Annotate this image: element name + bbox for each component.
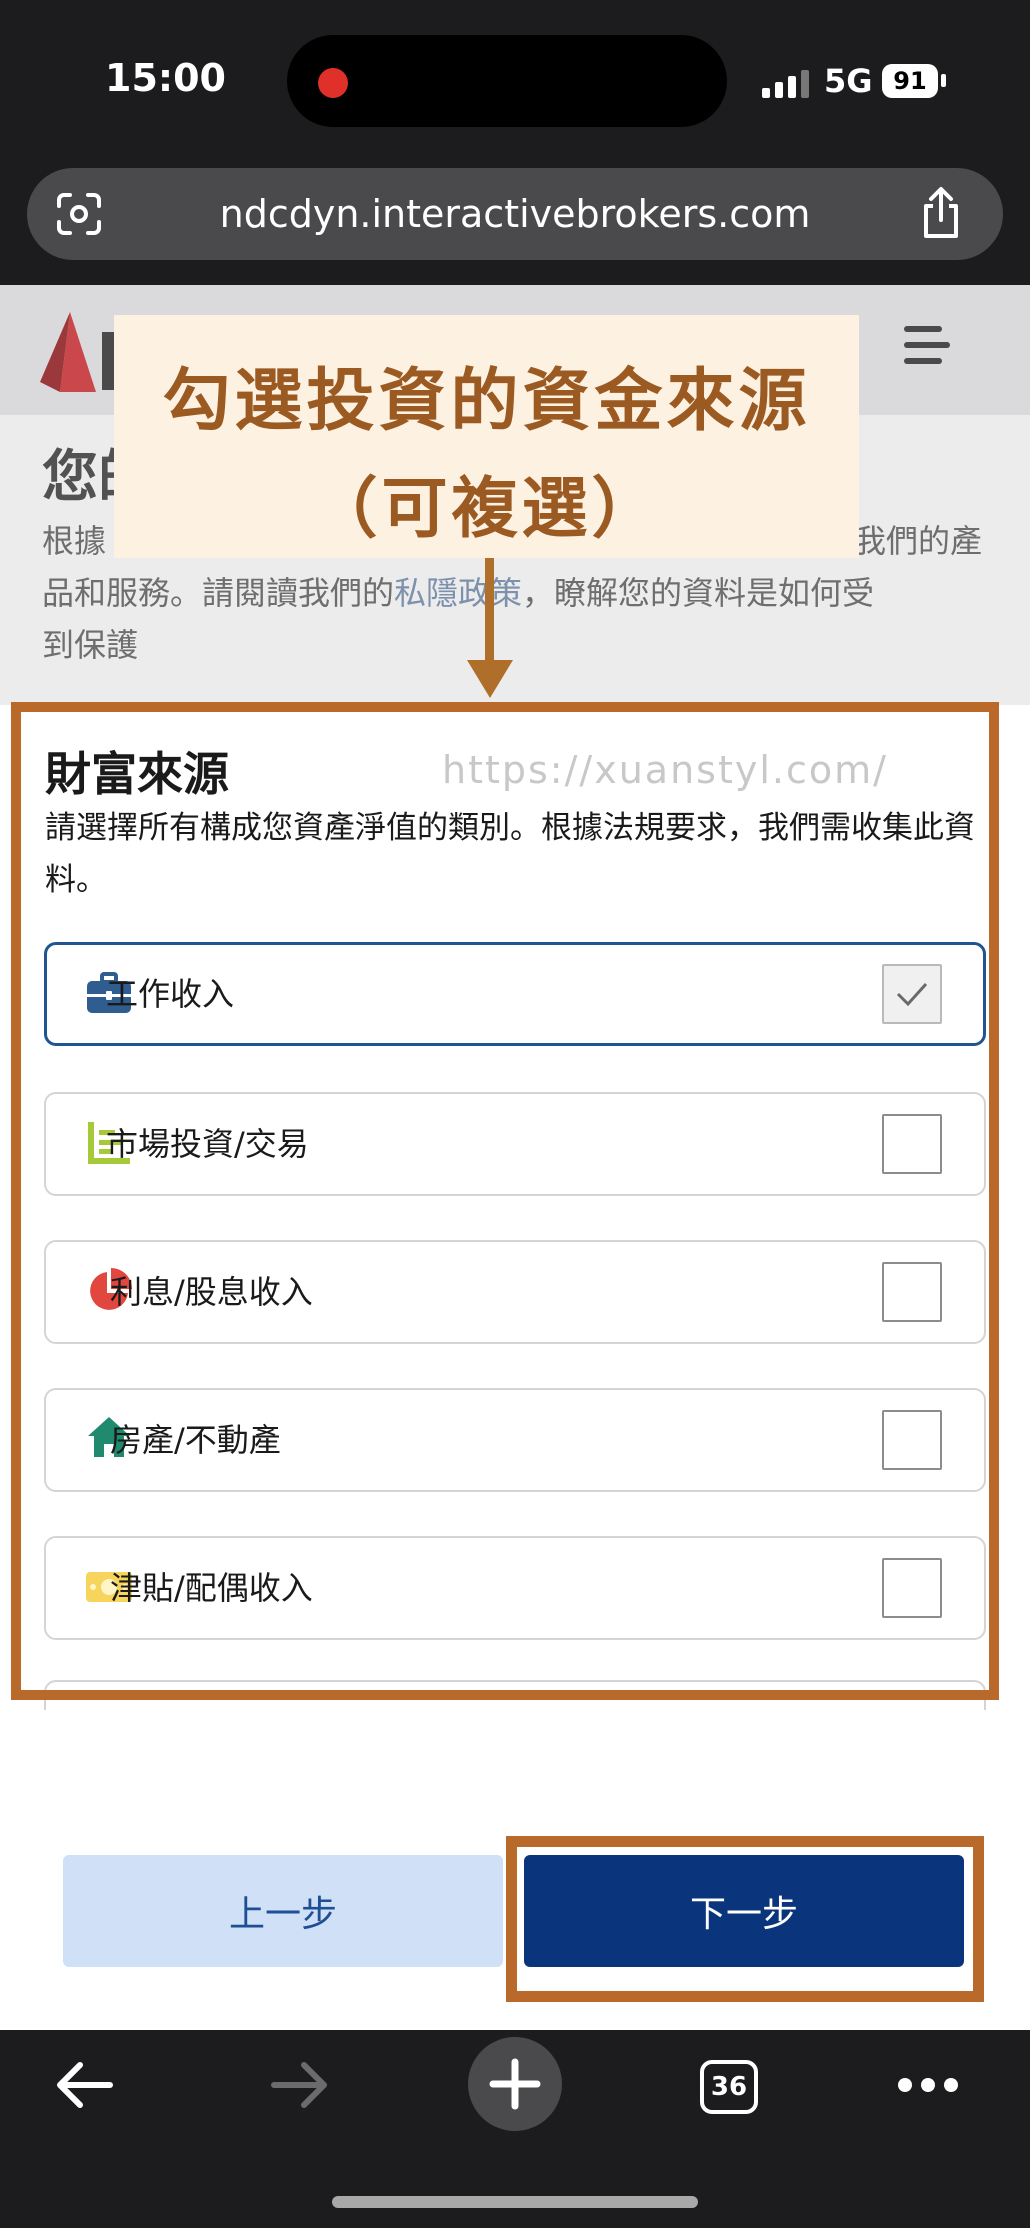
more-options-icon[interactable] <box>898 2078 958 2094</box>
new-tab-button[interactable] <box>468 2037 562 2131</box>
network-type: 5G <box>824 62 873 100</box>
status-time: 15:00 <box>105 56 226 100</box>
annotation-line1: 勾選投資的資金來源 <box>162 362 811 441</box>
dynamic-island <box>287 35 727 127</box>
back-arrow-icon[interactable] <box>52 2058 116 2112</box>
forward-arrow-icon[interactable] <box>268 2058 332 2112</box>
battery-level: 91 <box>882 64 938 98</box>
previous-step-button[interactable]: 上一步 <box>63 1855 503 1967</box>
tab-switcher-button[interactable]: 36 <box>700 2060 758 2114</box>
recording-indicator-icon <box>318 68 348 98</box>
signal-strength-icon <box>762 70 812 98</box>
annotation-arrow-head-icon <box>467 660 513 698</box>
annotation-frame-next <box>506 1836 984 2002</box>
camera-scan-icon[interactable] <box>56 192 102 236</box>
plus-icon <box>489 2058 541 2110</box>
url-text[interactable]: ndcdyn.interactivebrokers.com <box>0 168 1030 260</box>
annotation-frame <box>11 702 999 1700</box>
annotation-line2: （可複選） <box>311 470 662 547</box>
share-icon[interactable] <box>918 186 964 240</box>
annotation-arrow-shaft <box>485 558 494 668</box>
home-indicator[interactable] <box>332 2196 698 2208</box>
battery-tip-icon <box>941 74 946 87</box>
